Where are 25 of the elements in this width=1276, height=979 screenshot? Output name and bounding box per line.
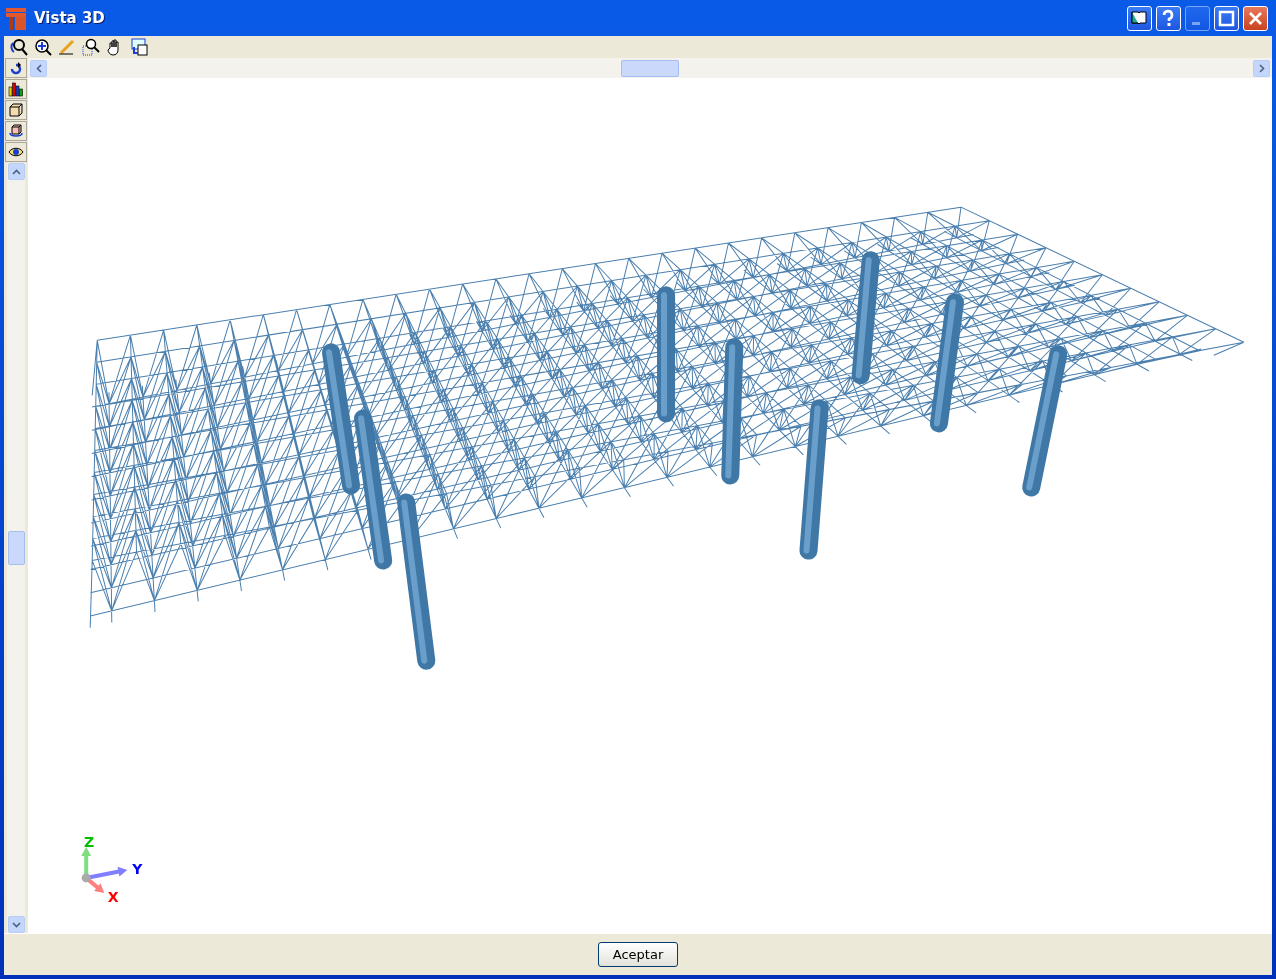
rotate-magnifier-icon[interactable] (8, 37, 30, 57)
zoom-window-icon[interactable] (80, 37, 102, 57)
help-button[interactable] (1156, 5, 1181, 31)
eye-icon[interactable] (5, 142, 27, 162)
bar-chart-icon[interactable] (5, 79, 27, 99)
print-preview-icon[interactable] (128, 37, 150, 57)
axis-label: Y (132, 860, 143, 877)
axis-gizmo-drawing (81, 846, 128, 893)
minimize-icon (1191, 21, 1200, 25)
window-title: Vista 3D (34, 9, 105, 27)
maximize-button[interactable] (1214, 5, 1239, 31)
axis-label: X (107, 888, 119, 905)
accept-button[interactable]: Aceptar (597, 941, 679, 968)
app-icon (6, 6, 28, 30)
scroll-thumb[interactable] (7, 531, 25, 565)
help-book-button[interactable] (1127, 5, 1152, 31)
rotate-icon[interactable] (5, 58, 27, 78)
close-button[interactable] (1243, 5, 1268, 31)
scroll-thumb[interactable] (621, 59, 679, 77)
vertical-scrollbar[interactable] (7, 163, 25, 933)
horizontal-scrollbar[interactable] (28, 58, 1272, 78)
rotate-cube-icon[interactable] (5, 121, 27, 141)
axis-label: Z (84, 833, 95, 850)
zoom-extents-icon[interactable] (32, 37, 54, 57)
cube-icon[interactable] (5, 100, 27, 120)
